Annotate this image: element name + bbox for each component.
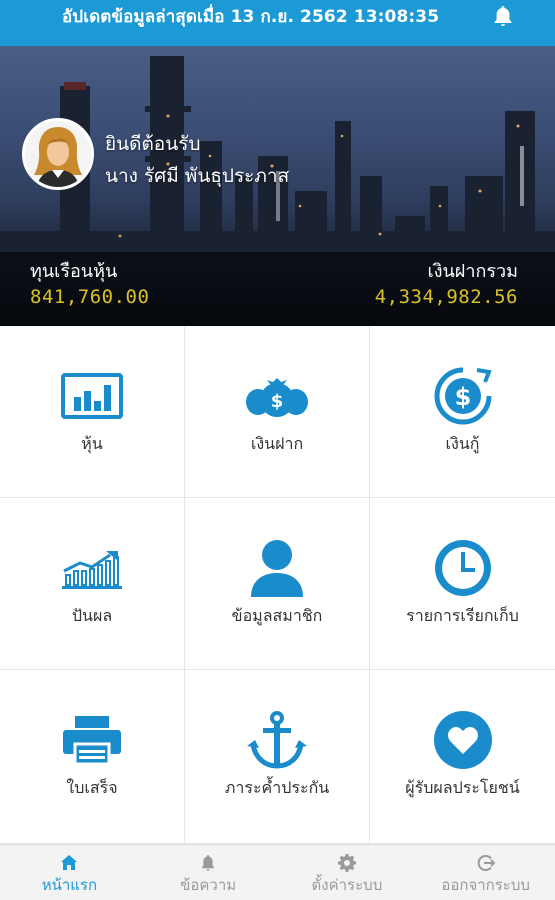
nav-label: ตั้งค่าระบบ xyxy=(311,876,383,894)
bell-icon[interactable] xyxy=(491,4,515,28)
anchor-icon xyxy=(242,710,312,770)
top-status-bar: อัปเดตข้อมูลล่าสุดเมื่อ 13 ก.ย. 2562 13:… xyxy=(0,0,555,46)
menu-item-guarantees[interactable]: ภาระค้ำประกัน xyxy=(185,670,370,844)
nav-messages[interactable]: ข้อความ xyxy=(139,845,278,900)
menu-label: ข้อมูลสมาชิก xyxy=(231,606,323,625)
deposit-total-label: เงินฝากรวม xyxy=(427,261,518,282)
menu-item-billing[interactable]: รายการเรียกเก็บ xyxy=(370,498,555,670)
clock-icon xyxy=(428,538,498,598)
gear-icon xyxy=(337,853,357,873)
money-bags-icon: $ xyxy=(242,366,312,426)
printer-icon xyxy=(57,710,127,770)
nav-settings[interactable]: ตั้งค่าระบบ xyxy=(278,845,417,900)
menu-label: หุ้น xyxy=(81,434,103,453)
growth-chart-icon xyxy=(57,538,127,598)
nav-label: หน้าแรก xyxy=(41,876,98,894)
user-icon xyxy=(242,538,312,598)
menu-label: ผู้รับผลประโยชน์ xyxy=(405,778,520,797)
loan-dollar-icon: $ xyxy=(428,366,498,426)
profile-banner: ยินดีต้อนรับ นาง รัศมี พันธุประภาส ทุนเร… xyxy=(0,46,555,326)
menu-item-receipts[interactable]: ใบเสร็จ xyxy=(0,670,185,844)
welcome-text: ยินดีต้อนรับ xyxy=(105,133,201,155)
menu-label: ปันผล xyxy=(71,606,113,625)
nav-label: ออกจากระบบ xyxy=(441,876,530,894)
nav-label: ข้อความ xyxy=(180,876,237,894)
logout-icon xyxy=(476,853,496,873)
menu-label: เงินฝาก xyxy=(250,434,304,453)
last-updated-text: อัปเดตข้อมูลล่าสุดเมื่อ 13 ก.ย. 2562 13:… xyxy=(62,7,440,27)
menu-item-member-info[interactable]: ข้อมูลสมาชิก xyxy=(185,498,370,670)
menu-grid: หุ้น $ เงินฝาก $ เงินกู้ ปันผล ข้อมูลสมา… xyxy=(0,326,555,844)
menu-item-beneficiaries[interactable]: ผู้รับผลประโยชน์ xyxy=(370,670,555,844)
menu-label: เงินกู้ xyxy=(445,434,480,453)
member-name: นาง รัศมี พันธุประภาส xyxy=(105,165,290,187)
menu-item-loans[interactable]: $ เงินกู้ xyxy=(370,326,555,498)
menu-item-deposits[interactable]: $ เงินฝาก xyxy=(185,326,370,498)
bell-icon xyxy=(198,853,218,873)
female-avatar-icon[interactable] xyxy=(22,118,94,190)
deposit-total-value: 4,334,982.56 xyxy=(374,286,518,308)
bar-chart-icon xyxy=(57,366,127,426)
shares-value: 841,760.00 xyxy=(30,286,150,308)
menu-label: ภาระค้ำประกัน xyxy=(224,778,330,797)
menu-item-shares[interactable]: หุ้น xyxy=(0,326,185,498)
bottom-navigation: หน้าแรก ข้อความ ตั้งค่าระบบ ออกจากระบบ xyxy=(0,844,555,900)
menu-item-dividends[interactable]: ปันผล xyxy=(0,498,185,670)
heart-icon xyxy=(428,710,498,770)
nav-logout[interactable]: ออกจากระบบ xyxy=(416,845,555,900)
svg-text:$: $ xyxy=(271,391,284,412)
menu-label: รายการเรียกเก็บ xyxy=(406,606,519,625)
home-icon xyxy=(59,853,79,873)
menu-label: ใบเสร็จ xyxy=(66,778,118,797)
shares-label: ทุนเรือนหุ้น xyxy=(30,261,118,282)
svg-text:$: $ xyxy=(454,383,471,411)
nav-home[interactable]: หน้าแรก xyxy=(0,845,139,900)
